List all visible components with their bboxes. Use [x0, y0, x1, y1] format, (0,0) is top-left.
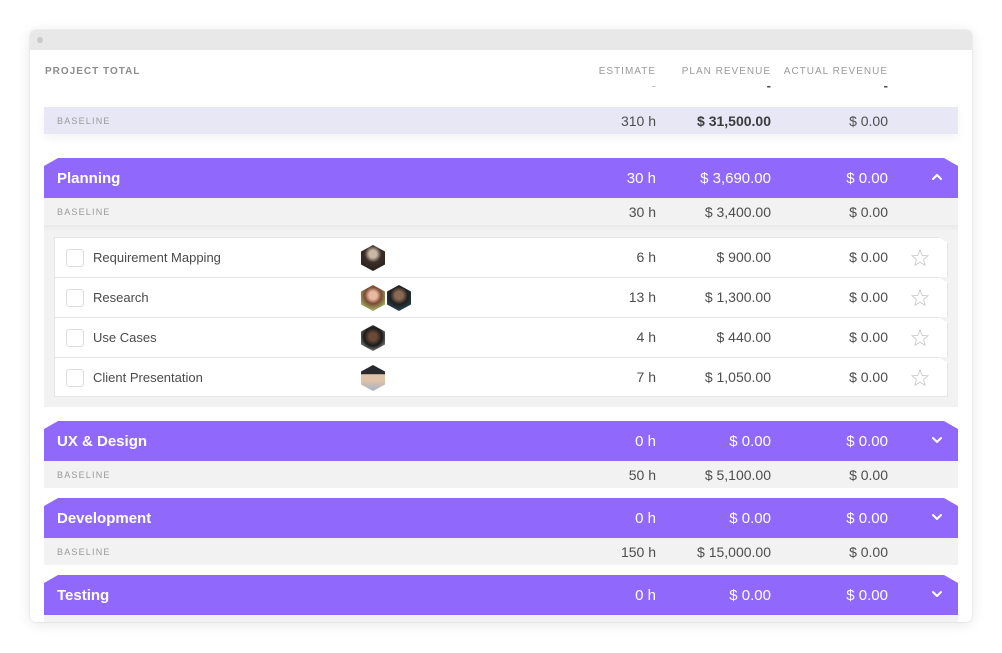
baseline-label: BASELINE	[57, 116, 111, 126]
phase-estimate: 30 h	[626, 170, 656, 187]
project-budget-table: PROJECT TOTAL ESTIMATE PLAN REVENUE ACTU…	[44, 50, 958, 622]
phase-estimate: 0 h	[635, 510, 656, 527]
baseline-actual-revenue: $ 0.00	[849, 544, 888, 560]
task-name[interactable]: Requirement Mapping	[93, 250, 221, 265]
chevron-up-icon[interactable]	[930, 170, 944, 184]
phase-actual-revenue: $ 0.00	[846, 170, 888, 187]
phase-name: Planning	[57, 170, 121, 187]
phase-planning: Planning 30 h $ 3,690.00 $ 0.00 BASELINE…	[44, 158, 958, 407]
task-checkbox[interactable]	[66, 369, 84, 387]
avatar[interactable]	[361, 285, 385, 311]
task-row[interactable]: Requirement Mapping 6 h $ 900.00 $ 0.00	[54, 237, 948, 277]
chevron-down-icon[interactable]	[930, 433, 944, 447]
phase-estimate: 0 h	[635, 587, 656, 604]
task-row[interactable]: Use Cases 4 h $ 440.00 $ 0.00	[54, 317, 948, 357]
task-list: Requirement Mapping 6 h $ 900.00 $ 0.00 …	[44, 225, 958, 407]
task-name[interactable]: Use Cases	[93, 330, 157, 345]
phase-plan-revenue: $ 0.00	[729, 510, 771, 527]
avatar[interactable]	[361, 325, 385, 351]
project-total-title: PROJECT TOTAL	[45, 66, 141, 77]
title-bar	[30, 30, 972, 50]
task-plan-revenue: $ 1,050.00	[704, 369, 771, 385]
task-assignees	[361, 285, 411, 311]
phase-baseline-row: BASELINE 150 h $ 15,000.00 $ 0.00	[44, 538, 958, 565]
task-actual-revenue: $ 0.00	[849, 329, 888, 345]
baseline-plan-revenue: $ 15,000.00	[697, 544, 771, 560]
task-row[interactable]: Client Presentation 7 h $ 1,050.00 $ 0.0…	[54, 357, 948, 397]
task-estimate: 6 h	[636, 249, 656, 265]
task-assignees	[361, 245, 385, 271]
chevron-down-icon[interactable]	[930, 587, 944, 601]
task-checkbox[interactable]	[66, 329, 84, 347]
phase-estimate: 0 h	[635, 433, 656, 450]
baseline-estimate: 50 h	[628, 467, 656, 483]
baseline-actual-revenue: $ 0.00	[849, 113, 888, 129]
project-total-estimate: -	[651, 78, 656, 93]
task-assignees	[361, 325, 385, 351]
star-icon[interactable]	[910, 288, 930, 308]
task-name[interactable]: Client Presentation	[93, 370, 203, 385]
project-total-header: PROJECT TOTAL ESTIMATE PLAN REVENUE ACTU…	[44, 50, 958, 107]
avatar[interactable]	[361, 245, 385, 271]
baseline-estimate: 150 h	[620, 544, 656, 560]
baseline-label: BASELINE	[57, 470, 111, 480]
baseline-plan-revenue: $ 31,500.00	[697, 113, 771, 129]
phase-plan-revenue: $ 0.00	[729, 587, 771, 604]
chevron-down-icon[interactable]	[930, 510, 944, 524]
phase-name: Testing	[57, 587, 110, 604]
phase-ux-design: UX & Design 0 h $ 0.00 $ 0.00 BASELINE 5…	[44, 421, 958, 488]
star-icon[interactable]	[910, 248, 930, 268]
baseline-label: BASELINE	[57, 547, 111, 557]
task-actual-revenue: $ 0.00	[849, 369, 888, 385]
baseline-estimate: 30 h	[628, 204, 656, 220]
task-estimate: 4 h	[636, 329, 656, 345]
task-row[interactable]: Research 13 h $ 1,300.00 $ 0.00	[54, 277, 948, 317]
task-checkbox[interactable]	[66, 289, 84, 307]
star-icon[interactable]	[910, 328, 930, 348]
phase-actual-revenue: $ 0.00	[846, 510, 888, 527]
phase-plan-revenue: $ 3,690.00	[700, 170, 771, 187]
avatar[interactable]	[387, 285, 411, 311]
task-assignees	[361, 365, 385, 391]
project-total-actual-revenue: -	[883, 78, 888, 93]
task-plan-revenue: $ 900.00	[716, 249, 771, 265]
baseline-actual-revenue: $ 0.00	[849, 467, 888, 483]
baseline-plan-revenue: $ 5,100.00	[704, 467, 771, 483]
phase-actual-revenue: $ 0.00	[846, 433, 888, 450]
window-dot-icon	[37, 37, 43, 43]
phase-baseline-row: BASELINE 30 h $ 3,400.00 $ 0.00	[44, 198, 958, 225]
phase-name: Development	[57, 510, 152, 527]
phase-testing: Testing 0 h $ 0.00 $ 0.00	[44, 575, 958, 622]
star-icon[interactable]	[910, 368, 930, 388]
phase-header[interactable]: Testing 0 h $ 0.00 $ 0.00	[44, 575, 958, 615]
task-estimate: 13 h	[628, 289, 656, 305]
baseline-plan-revenue: $ 3,400.00	[704, 204, 771, 220]
phase-baseline-row	[44, 615, 958, 622]
baseline-estimate: 310 h	[620, 113, 656, 129]
column-header-plan-revenue: PLAN REVENUE	[681, 66, 771, 77]
baseline-actual-revenue: $ 0.00	[849, 204, 888, 220]
baseline-label: BASELINE	[57, 207, 111, 217]
task-plan-revenue: $ 440.00	[716, 329, 771, 345]
task-actual-revenue: $ 0.00	[849, 249, 888, 265]
project-baseline-row: BASELINE 310 h $ 31,500.00 $ 0.00	[44, 107, 958, 134]
phase-name: UX & Design	[57, 433, 148, 450]
task-plan-revenue: $ 1,300.00	[704, 289, 771, 305]
phase-header[interactable]: Planning 30 h $ 3,690.00 $ 0.00	[44, 158, 958, 198]
task-name[interactable]: Research	[93, 290, 149, 305]
task-actual-revenue: $ 0.00	[849, 289, 888, 305]
phase-header[interactable]: Development 0 h $ 0.00 $ 0.00	[44, 498, 958, 538]
task-checkbox[interactable]	[66, 249, 84, 267]
column-header-estimate: ESTIMATE	[598, 66, 656, 77]
phase-baseline-row: BASELINE 50 h $ 5,100.00 $ 0.00	[44, 461, 958, 488]
avatar[interactable]	[361, 365, 385, 391]
task-estimate: 7 h	[636, 369, 656, 385]
app-window: PROJECT TOTAL ESTIMATE PLAN REVENUE ACTU…	[30, 30, 972, 622]
phase-development: Development 0 h $ 0.00 $ 0.00 BASELINE 1…	[44, 498, 958, 565]
phase-actual-revenue: $ 0.00	[846, 587, 888, 604]
project-total-plan-revenue: -	[766, 78, 771, 93]
phase-plan-revenue: $ 0.00	[729, 433, 771, 450]
phase-header[interactable]: UX & Design 0 h $ 0.00 $ 0.00	[44, 421, 958, 461]
column-header-actual-revenue: ACTUAL REVENUE	[783, 66, 888, 77]
